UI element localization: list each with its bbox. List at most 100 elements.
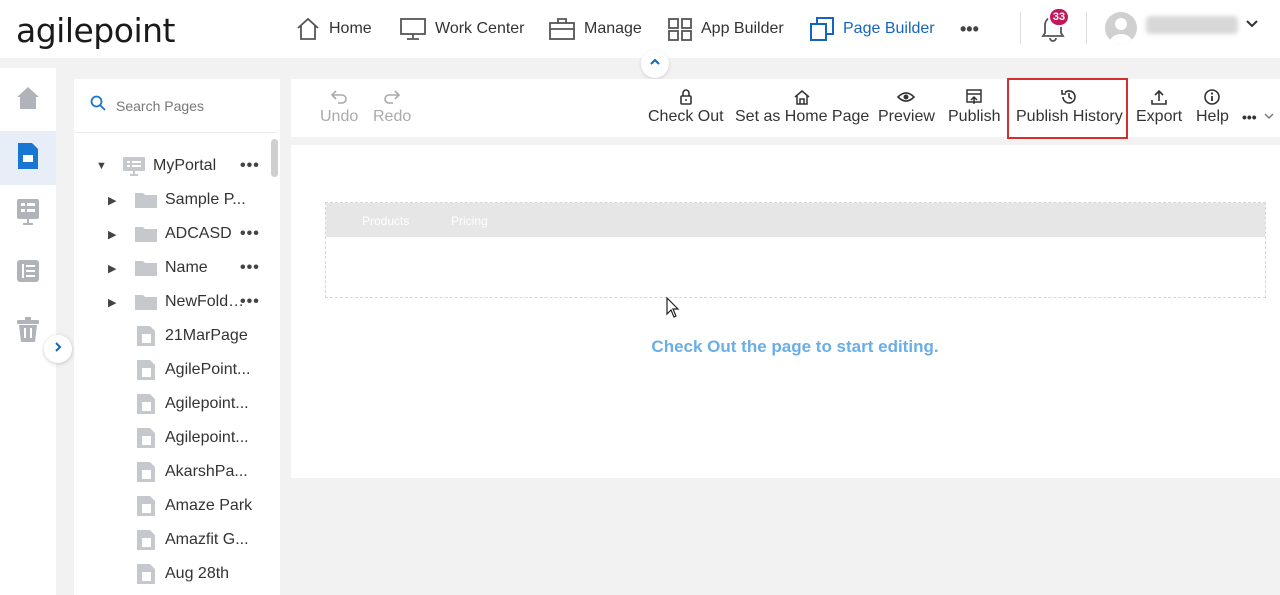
tree-page[interactable]: 21MarPage: [74, 319, 270, 353]
nav-divider: [1020, 12, 1021, 44]
page-icon: [135, 392, 157, 421]
page-label: Aug 28th: [165, 565, 230, 582]
tree-page[interactable]: Amaze Park: [74, 489, 270, 523]
tree-page[interactable]: Agilepoint...: [74, 387, 270, 421]
caret-right-icon[interactable]: ▶: [108, 296, 116, 309]
expand-panel-button[interactable]: [44, 335, 72, 363]
redo-button[interactable]: Redo: [373, 79, 411, 137]
page-builder-icon: [14, 141, 42, 176]
nav-page-builder-label: Page Builder: [843, 20, 935, 37]
rail-list[interactable]: [0, 246, 56, 300]
publish-label: Publish: [948, 108, 1001, 125]
page-label: Amazfit G...: [165, 531, 249, 548]
folder-icon: [134, 191, 158, 214]
preview-button[interactable]: Preview: [878, 79, 935, 137]
nav-more-button[interactable]: •••: [960, 0, 979, 58]
tree-folder[interactable]: ▶ Name •••: [74, 251, 270, 285]
folder-label: ADCASD: [165, 225, 232, 242]
preview-label: Preview: [878, 108, 935, 125]
export-button[interactable]: Export: [1136, 79, 1182, 137]
copy-icon: [809, 16, 835, 42]
page-icon: [135, 324, 157, 353]
undo-button[interactable]: Undo: [320, 79, 358, 137]
caret-down-icon[interactable]: ▼: [96, 160, 107, 172]
check-out-button[interactable]: Check Out: [648, 79, 724, 137]
rail-page-builder[interactable]: [0, 131, 56, 185]
help-button[interactable]: Help: [1196, 79, 1229, 137]
mouse-cursor-icon: [666, 296, 680, 324]
search-input[interactable]: [116, 97, 266, 114]
help-label: Help: [1196, 108, 1229, 125]
page-icon: [135, 562, 157, 591]
page-label: AgilePoint...: [165, 361, 251, 378]
page-icon: [135, 460, 157, 489]
more-icon[interactable]: •••: [240, 157, 260, 175]
more-icon: •••: [1242, 109, 1257, 125]
page-icon: [135, 358, 157, 387]
tree-page[interactable]: AkarshPa...: [74, 455, 270, 489]
page-tree-panel: ▼ MyPortal ••• ▶ Sample P... ▶ ADCASD ••• ▶ Na…: [74, 79, 280, 595]
redo-icon: [383, 86, 401, 108]
user-name-blurred[interactable]: [1146, 16, 1238, 34]
home-icon: [295, 17, 321, 41]
publish-icon: [965, 86, 983, 108]
tree-page[interactable]: Aug 28th: [74, 557, 270, 591]
page-icon: [135, 494, 157, 523]
export-label: Export: [1136, 108, 1183, 125]
tree-folder[interactable]: ▶ NewFolder1 •••: [74, 285, 270, 319]
more-icon[interactable]: •••: [240, 293, 260, 311]
set-home-page-label: Set as Home Page: [735, 108, 870, 125]
publish-button[interactable]: Publish: [948, 79, 1000, 137]
page-label: Amaze Park: [165, 497, 253, 514]
tree-scrollbar[interactable]: [271, 139, 278, 177]
nav-work-center-label: Work Center: [435, 20, 525, 37]
home-icon: [14, 84, 42, 117]
page-icon: [135, 426, 157, 455]
chevron-down-icon: [1263, 109, 1275, 125]
folder-label: Name: [165, 259, 208, 276]
more-icon[interactable]: •••: [240, 225, 260, 243]
tree-root-myportal[interactable]: ▼ MyPortal •••: [74, 149, 270, 183]
nav-work-center[interactable]: Work Center: [399, 0, 525, 58]
grid-icon: [667, 17, 693, 41]
agilepoint-logo[interactable]: agilepoint: [16, 11, 175, 50]
nav-page-builder[interactable]: Page Builder: [809, 0, 935, 58]
tree-folder[interactable]: ▶ ADCASD •••: [74, 217, 270, 251]
nav-app-builder[interactable]: App Builder: [667, 0, 784, 58]
search-box: [74, 79, 278, 133]
set-home-page-button[interactable]: Set as Home Page: [735, 79, 869, 137]
rail-home[interactable]: [0, 73, 56, 127]
nav-divider: [1086, 12, 1087, 44]
tree-page[interactable]: Agilepoint...: [74, 421, 270, 455]
folder-icon: [134, 293, 158, 316]
tree-page[interactable]: Amazfit G...: [74, 523, 270, 557]
page-canvas: [291, 145, 1280, 478]
briefcase-icon: [548, 17, 576, 41]
nav-home[interactable]: Home: [295, 0, 372, 58]
tree-page[interactable]: AgilePoint...: [74, 353, 270, 387]
form-icon: [14, 196, 42, 231]
rail-forms[interactable]: [0, 186, 56, 240]
caret-right-icon[interactable]: ▶: [108, 228, 116, 241]
upload-icon: [1150, 86, 1168, 108]
preview-nav-products: Products: [362, 214, 410, 228]
check-out-label: Check Out: [648, 108, 724, 125]
toolbar-more-button[interactable]: •••: [1242, 79, 1275, 137]
caret-right-icon[interactable]: ▶: [108, 262, 116, 275]
avatar[interactable]: [1105, 12, 1137, 44]
folder-label: NewFolder1: [165, 293, 245, 310]
chevron-right-icon: [51, 340, 65, 359]
caret-right-icon[interactable]: ▶: [108, 194, 116, 207]
preview-nav-pricing: Pricing: [451, 214, 488, 228]
tree-folder[interactable]: ▶ Sample P...: [74, 183, 270, 217]
nav-manage[interactable]: Manage: [548, 0, 642, 58]
collapse-header-button[interactable]: [641, 50, 669, 78]
nav-home-label: Home: [329, 20, 372, 37]
chevron-down-icon[interactable]: [1244, 16, 1260, 37]
nav-manage-label: Manage: [584, 20, 642, 37]
checkout-message: Check Out the page to start editing.: [651, 337, 939, 356]
publish-history-highlight: [1007, 78, 1128, 139]
page-label: AkarshPa...: [165, 463, 248, 480]
folder-icon: [134, 225, 158, 248]
more-icon[interactable]: •••: [240, 259, 260, 277]
